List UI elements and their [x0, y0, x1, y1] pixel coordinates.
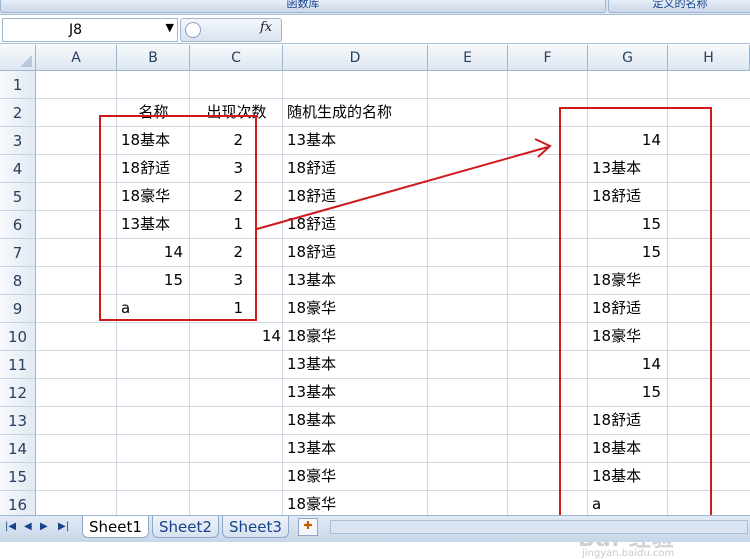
- ribbon-group-label: 函数库: [286, 0, 320, 10]
- watermark-url: jingyan.baidu.com: [582, 548, 675, 559]
- worksheet-grid: A B C D E F G H 1 2 3 4 5 6 7 8 9 10 11 …: [0, 45, 750, 559]
- formula-input[interactable]: [283, 18, 748, 40]
- insert-sheet-icon[interactable]: ✚: [298, 518, 318, 536]
- tab-sheet2[interactable]: Sheet2: [152, 516, 219, 538]
- tab-sheet3[interactable]: Sheet3: [222, 516, 289, 538]
- last-sheet-icon[interactable]: ▶|: [58, 521, 69, 532]
- ribbon: 函数库 定义的名称: [0, 0, 750, 15]
- horizontal-scrollbar[interactable]: [330, 520, 748, 534]
- name-box-value: J8: [69, 22, 83, 38]
- ribbon-group-function-library[interactable]: 函数库: [0, 0, 606, 13]
- name-box[interactable]: J8 ▼: [2, 18, 178, 42]
- tab-sheet1[interactable]: Sheet1: [82, 516, 149, 538]
- sheet-tab-bar: |◀ ◀ ▶ ▶| Sheet1 Sheet2 Sheet3 ✚: [0, 515, 750, 542]
- formula-buttons: fx: [180, 18, 282, 42]
- ribbon-group-label: 定义的名称: [652, 0, 708, 10]
- insert-function-icon[interactable]: fx: [260, 20, 272, 35]
- formula-bar: J8 ▼ fx: [0, 15, 750, 44]
- first-sheet-icon[interactable]: |◀: [5, 521, 16, 532]
- circle-handle-icon[interactable]: [185, 22, 201, 38]
- ribbon-group-defined-names[interactable]: 定义的名称: [608, 0, 750, 13]
- next-sheet-icon[interactable]: ▶: [40, 521, 48, 532]
- chevron-down-icon[interactable]: ▼: [166, 21, 174, 34]
- prev-sheet-icon[interactable]: ◀: [24, 521, 32, 532]
- annotation-arrow-icon: [256, 138, 552, 230]
